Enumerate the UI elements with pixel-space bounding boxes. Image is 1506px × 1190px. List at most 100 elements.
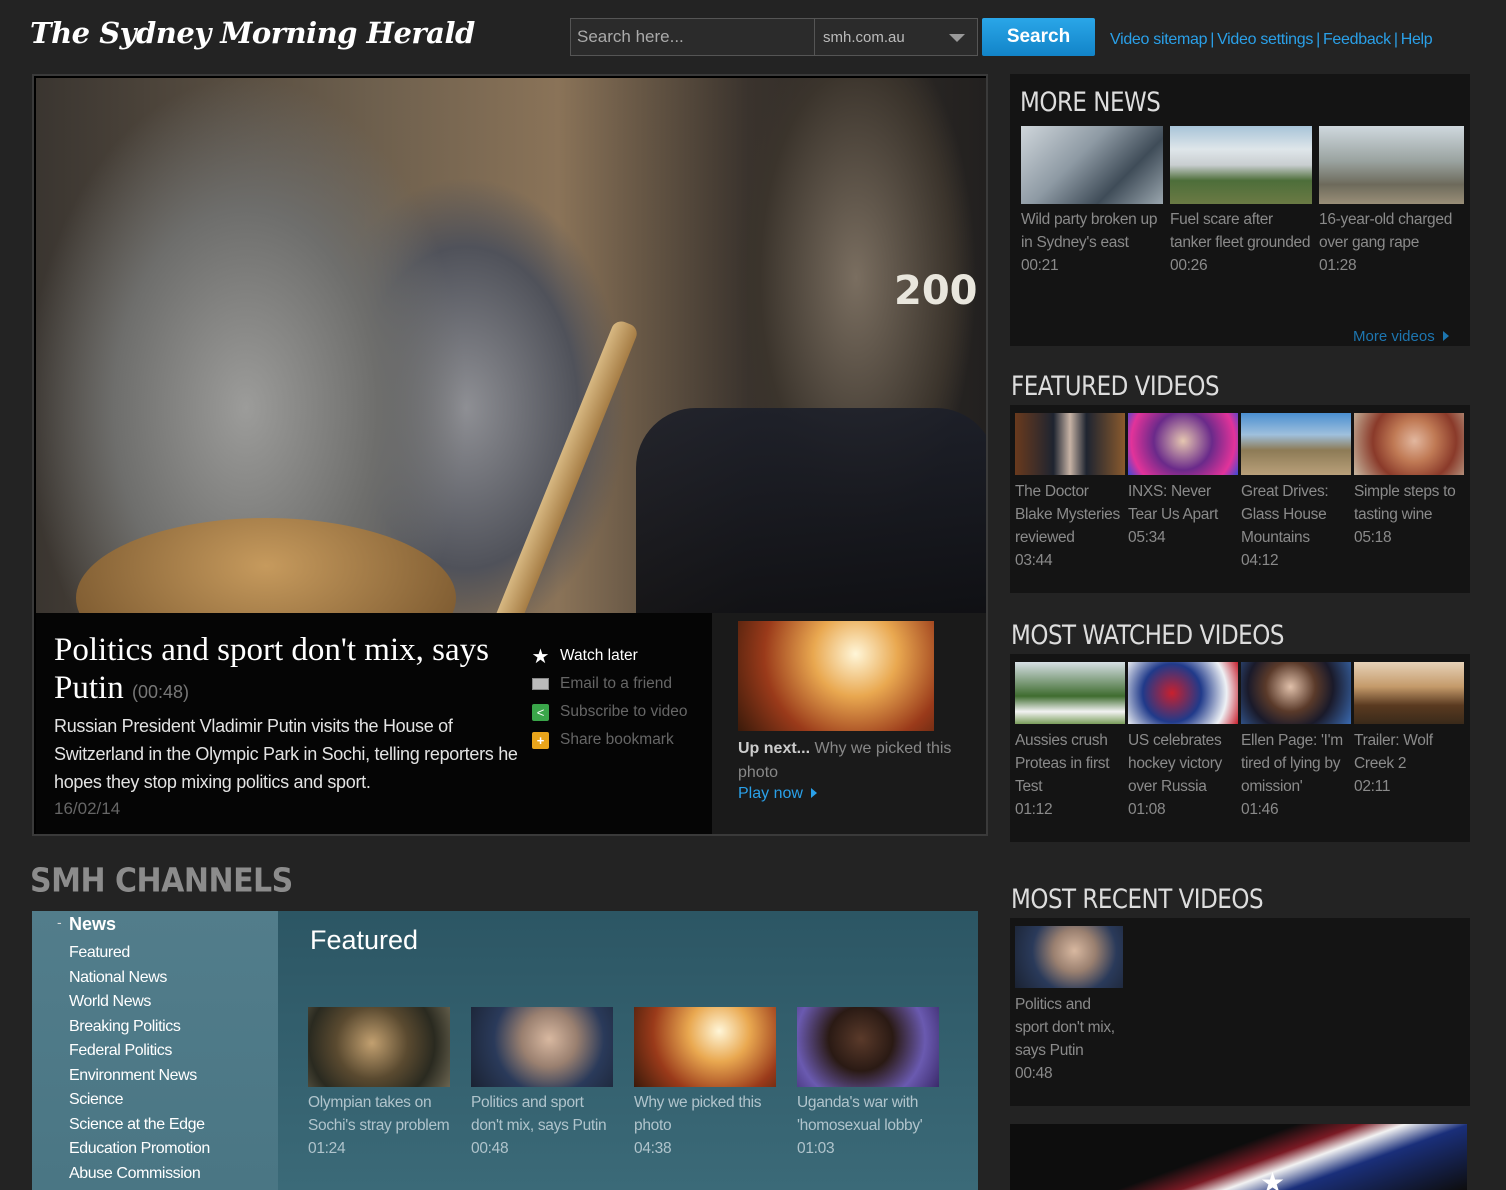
separator: | — [1316, 31, 1320, 48]
more-videos-link[interactable]: More videos — [1353, 328, 1449, 345]
up-next-thumbnail[interactable] — [738, 621, 934, 731]
video-headline-text: Politics and sport don't mix, says Putin — [54, 632, 489, 706]
feedback-link[interactable]: Feedback — [1323, 31, 1391, 48]
up-next-text: Up next... Why we picked this photo — [738, 737, 958, 785]
channels-nav: - News Featured National News World News… — [32, 911, 278, 1190]
search-input[interactable] — [571, 19, 814, 55]
most-watched-title: MOST WATCHED VIDEOS — [1011, 621, 1284, 651]
video-card-time: 01:46 — [1241, 801, 1279, 818]
channel-video-time: 04:38 — [634, 1140, 672, 1157]
news-card[interactable]: 16-year-old charged over gang rape 01:28 — [1319, 126, 1464, 277]
news-thumbnail — [1170, 126, 1312, 204]
video-pole-shape — [458, 318, 640, 613]
channel-video-title: Politics and sport don't mix, says Putin — [471, 1094, 607, 1134]
email-friend-button[interactable]: Email to a friend — [532, 670, 688, 698]
nav-item-environment-news[interactable]: Environment News — [69, 1064, 210, 1089]
video-thumbnail — [1015, 662, 1125, 724]
arrow-right-icon — [810, 788, 817, 798]
channels-nav-list: Featured National News World News Breaki… — [69, 941, 210, 1186]
video-card-title: US celebrates hockey victory over Russia — [1128, 732, 1222, 795]
watch-later-button[interactable]: ★ Watch later — [532, 642, 688, 670]
nav-item-science-at-the-edge[interactable]: Science at the Edge — [69, 1113, 210, 1138]
channel-video-title: Uganda's war with 'homosexual lobby' — [797, 1094, 923, 1134]
nav-item-featured[interactable]: Featured — [69, 941, 210, 966]
news-card-time: 00:26 — [1170, 257, 1208, 274]
channel-video-thumbnail — [308, 1007, 450, 1087]
channel-video-title: Olympian takes on Sochi's stray problem — [308, 1094, 450, 1134]
news-card[interactable]: Wild party broken up in Sydney's east 00… — [1021, 126, 1163, 277]
channel-video-time: 01:03 — [797, 1140, 835, 1157]
video-card[interactable]: Great Drives: Glass House Mountains 04:1… — [1241, 413, 1351, 572]
subscribe-button[interactable]: < Subscribe to video — [532, 698, 688, 726]
collapse-icon[interactable]: - — [57, 914, 62, 930]
video-card[interactable]: Trailer: Wolf Creek 2 02:11 — [1354, 662, 1464, 798]
channel-video-title: Why we picked this photo — [634, 1094, 762, 1134]
channel-video-thumbnail — [634, 1007, 776, 1087]
news-thumbnail — [1319, 126, 1464, 204]
video-card[interactable]: Politics and sport don't mix, says Putin… — [1015, 926, 1123, 1085]
video-card-title: INXS: Never Tear Us Apart — [1128, 483, 1219, 523]
email-friend-label: Email to a friend — [560, 675, 672, 692]
video-frame[interactable]: 200 — [36, 78, 986, 613]
channel-video-card[interactable]: Why we picked this photo 04:38 — [634, 1007, 776, 1160]
site-select-dropdown[interactable]: smh.com.au — [814, 19, 977, 55]
search-bar: smh.com.au — [570, 18, 978, 56]
channels-section-title: Featured — [310, 925, 419, 955]
nav-item-abuse-commission[interactable]: Abuse Commission — [69, 1162, 210, 1187]
channel-video-time: 01:24 — [308, 1140, 346, 1157]
video-sitemap-link[interactable]: Video sitemap — [1110, 31, 1208, 48]
video-card[interactable]: Ellen Page: 'I'm tired of lying by omiss… — [1241, 662, 1351, 821]
channels-panel: - News Featured National News World News… — [32, 911, 978, 1190]
channel-video-thumbnail — [471, 1007, 613, 1087]
news-card[interactable]: Fuel scare after tanker fleet grounded 0… — [1170, 126, 1312, 277]
help-link[interactable]: Help — [1401, 31, 1433, 48]
video-card-time: 05:34 — [1128, 529, 1166, 546]
channel-video-card[interactable]: Politics and sport don't mix, says Putin… — [471, 1007, 613, 1160]
video-duration: (00:48) — [131, 682, 189, 702]
channel-video-card[interactable]: Uganda's war with 'homosexual lobby' 01:… — [797, 1007, 939, 1160]
video-thumbnail — [1015, 926, 1123, 988]
video-card-time: 00:48 — [1015, 1065, 1053, 1082]
video-card-title: The Doctor Blake Mysteries reviewed — [1015, 483, 1120, 546]
video-card[interactable]: Aussies crush Proteas in first Test 01:1… — [1015, 662, 1125, 821]
video-card[interactable]: US celebrates hockey victory over Russia… — [1128, 662, 1238, 821]
share-bookmark-button[interactable]: + Share bookmark — [532, 726, 688, 754]
video-card-title: Trailer: Wolf Creek 2 — [1354, 732, 1433, 772]
nav-item-federal-politics[interactable]: Federal Politics — [69, 1039, 210, 1064]
nav-item-breaking-politics[interactable]: Breaking Politics — [69, 1015, 210, 1040]
video-card-time: 02:11 — [1354, 778, 1391, 795]
nav-item-news[interactable]: News — [69, 914, 116, 935]
video-card[interactable]: Simple steps to tasting wine 05:18 — [1354, 413, 1464, 549]
video-settings-link[interactable]: Video settings — [1217, 31, 1313, 48]
more-news-title: MORE NEWS — [1020, 88, 1161, 118]
channel-video-card[interactable]: Olympian takes on Sochi's stray problem … — [308, 1007, 450, 1160]
video-card-time: 04:12 — [1241, 552, 1279, 569]
video-thumbnail — [1128, 413, 1238, 475]
video-headline: Politics and sport don't mix, says Putin… — [54, 631, 534, 711]
video-thumbnail — [1128, 662, 1238, 724]
play-now-link[interactable]: Play now — [738, 785, 817, 803]
video-thumbnail — [1354, 413, 1464, 475]
nav-item-science[interactable]: Science — [69, 1088, 210, 1113]
arrow-right-icon — [1442, 331, 1449, 341]
advertisement-banner[interactable]: ★ — [1010, 1124, 1467, 1190]
nav-item-world-news[interactable]: World News — [69, 990, 210, 1015]
video-hat-shape — [76, 518, 456, 613]
share-bookmark-label: Share bookmark — [560, 731, 674, 748]
nav-item-national-news[interactable]: National News — [69, 966, 210, 991]
video-card[interactable]: INXS: Never Tear Us Apart 05:34 — [1128, 413, 1238, 549]
search-button[interactable]: Search — [982, 18, 1095, 56]
channels-title: SMH CHANNELS — [30, 862, 293, 901]
featured-videos-title: FEATURED VIDEOS — [1011, 372, 1220, 402]
site-logo[interactable]: The Sydney Morning Herald — [30, 16, 475, 50]
video-card[interactable]: The Doctor Blake Mysteries reviewed 03:4… — [1015, 413, 1125, 572]
news-card-time: 01:28 — [1319, 257, 1357, 274]
nav-item-education-promotion[interactable]: Education Promotion — [69, 1137, 210, 1162]
news-card-title: 16-year-old charged over gang rape — [1319, 211, 1453, 251]
play-now-label: Play now — [738, 785, 803, 802]
separator: | — [1393, 31, 1398, 48]
video-thumbnail — [1354, 662, 1464, 724]
up-next-prefix: Up next... — [738, 740, 811, 757]
chevron-down-icon — [949, 34, 965, 42]
video-card-time: 01:12 — [1015, 801, 1053, 818]
